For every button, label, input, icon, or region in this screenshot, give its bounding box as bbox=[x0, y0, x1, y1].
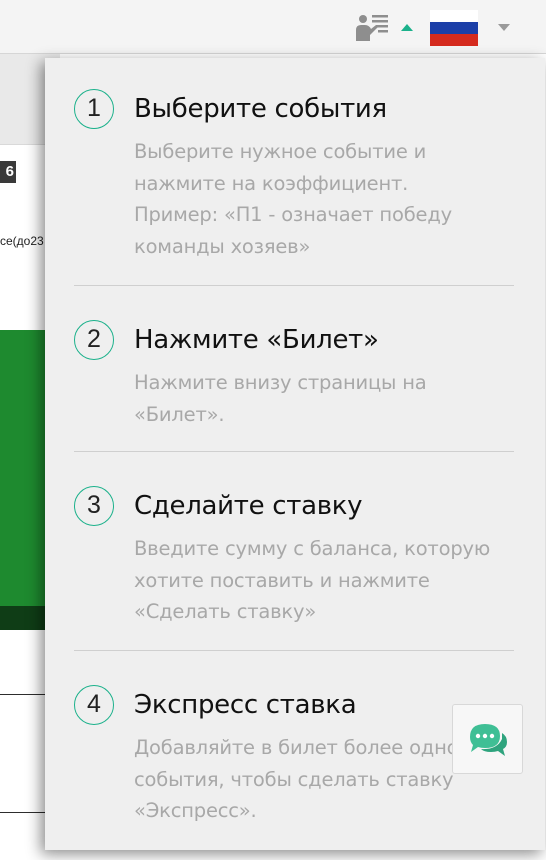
step-description-line: «Билет». bbox=[134, 402, 225, 426]
chat-bubbles-icon bbox=[470, 724, 507, 756]
step-description-line: команды хозяев» bbox=[134, 234, 311, 258]
step-title: Выберите события bbox=[134, 94, 387, 124]
step-divider bbox=[74, 451, 514, 452]
step-description-line: нажмите на коэффициент. bbox=[134, 171, 409, 195]
step-description: Введите сумму с баланса, которую хотите … bbox=[134, 533, 524, 628]
step-description: Нажмите внизу страницы на «Билет». bbox=[134, 367, 524, 430]
chat-button[interactable] bbox=[452, 704, 523, 774]
step-description-line: Выберите нужное событие и bbox=[134, 140, 427, 163]
top-bar bbox=[0, 0, 546, 54]
step-description-line: хотите поставить и нажмите bbox=[134, 568, 430, 592]
step-number: 1 bbox=[74, 89, 114, 129]
step-description-line: Нажмите внизу страницы на bbox=[134, 371, 427, 394]
step-divider bbox=[74, 650, 514, 651]
step-description-line: «Экспресс». bbox=[134, 799, 257, 822]
background-badge: 6 bbox=[0, 161, 16, 183]
page: 6 се(до23 1 Выберите события Выберите ну… bbox=[0, 0, 546, 860]
background-partial-text: се(до23 bbox=[0, 234, 44, 248]
step-description-line: Введите сумму с баланса, которую bbox=[134, 537, 491, 560]
step-number: 4 bbox=[74, 685, 114, 725]
step-number: 3 bbox=[74, 486, 114, 526]
step-description-line: «Сделать ставку» bbox=[134, 600, 317, 623]
presentation-help-icon[interactable] bbox=[354, 11, 390, 43]
chevron-down-icon[interactable] bbox=[498, 24, 510, 31]
step-title: Сделайте ставку bbox=[134, 491, 363, 521]
step-description: Выберите нужное событие и нажмите на коэ… bbox=[134, 136, 524, 262]
step-divider bbox=[74, 285, 514, 286]
flag-stripe-blue bbox=[430, 22, 478, 34]
step-title: Нажмите «Билет» bbox=[134, 325, 379, 355]
step-number: 2 bbox=[74, 320, 114, 360]
step-description-line: Пример: «П1 - означает победу bbox=[134, 203, 452, 226]
caret-up-icon[interactable] bbox=[401, 24, 413, 31]
flag-stripe-red bbox=[430, 34, 478, 46]
step-title: Экспресс ставка bbox=[134, 690, 357, 720]
russia-flag-icon[interactable] bbox=[430, 10, 478, 46]
flag-stripe-white bbox=[430, 10, 478, 22]
